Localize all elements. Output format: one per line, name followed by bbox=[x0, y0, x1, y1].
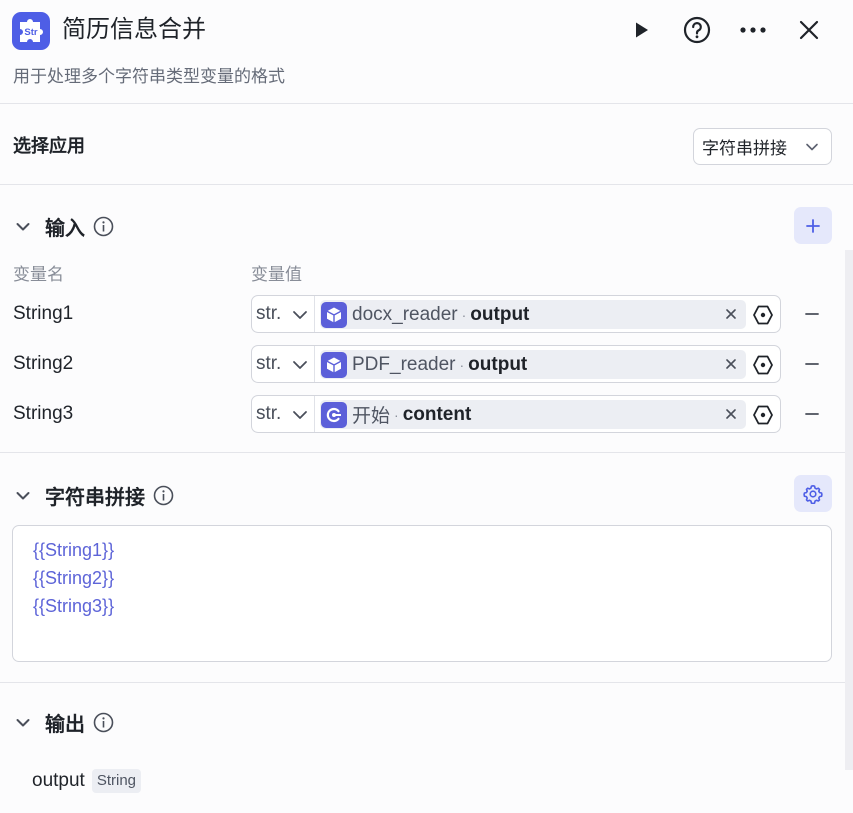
variable-type-value: str. bbox=[256, 403, 282, 424]
input-row: String2 str. PDF_reader · output bbox=[0, 345, 853, 383]
play-icon bbox=[636, 22, 648, 38]
input-section: 输入 变量名 变量值 String1 str. docx_reader · ou… bbox=[0, 185, 853, 453]
input-row: String3 str. 开始 · content bbox=[0, 395, 853, 433]
chevron-down-icon bbox=[293, 311, 307, 319]
minus-icon bbox=[805, 363, 819, 365]
gear-icon bbox=[803, 484, 823, 504]
variable-type-value: str. bbox=[256, 353, 282, 374]
remove-input-button[interactable] bbox=[801, 353, 823, 375]
variable-value-field: str. docx_reader · output bbox=[251, 295, 781, 333]
node-config-panel: Str 简历信息合并 用于处理多个字符串类型变量的格式 选择应用 字符串拼接 输… bbox=[0, 0, 853, 813]
chevron-down-icon bbox=[293, 411, 307, 419]
close-icon bbox=[726, 409, 736, 419]
variable-picker-icon bbox=[753, 355, 773, 375]
help-button[interactable] bbox=[678, 11, 716, 49]
source-field-name: output bbox=[470, 303, 530, 325]
more-button[interactable] bbox=[734, 11, 772, 49]
variable-value-field: str. 开始 · content bbox=[251, 395, 781, 433]
variable-picker-button[interactable] bbox=[752, 304, 774, 326]
close-icon bbox=[726, 359, 736, 369]
variable-name[interactable]: String3 bbox=[13, 403, 73, 425]
chevron-down-icon bbox=[16, 491, 30, 499]
run-button[interactable] bbox=[622, 11, 660, 49]
add-input-button[interactable] bbox=[794, 207, 832, 244]
variable-name[interactable]: String1 bbox=[13, 303, 73, 325]
variable-type-select[interactable]: str. bbox=[252, 396, 315, 432]
node-title[interactable]: 简历信息合并 bbox=[62, 12, 206, 48]
output-variable: output String bbox=[32, 769, 142, 793]
source-field-name: content bbox=[402, 403, 472, 425]
cube-icon bbox=[321, 351, 347, 378]
variable-picker-icon bbox=[753, 305, 773, 325]
select-app-section: 选择应用 字符串拼接 bbox=[0, 104, 853, 185]
chevron-down-icon bbox=[293, 361, 307, 369]
app-select-dropdown[interactable]: 字符串拼接 bbox=[693, 128, 832, 165]
output-name: output bbox=[32, 770, 85, 791]
variable-value-field: str. PDF_reader · output bbox=[251, 345, 781, 383]
remove-input-button[interactable] bbox=[801, 303, 823, 325]
collapse-input-toggle[interactable] bbox=[13, 217, 33, 237]
output-section-title: 输出 bbox=[45, 714, 85, 736]
variable-reference-chip[interactable]: PDF_reader · output bbox=[320, 350, 746, 379]
chevron-down-icon bbox=[16, 222, 30, 230]
variable-reference-chip[interactable]: 开始 · content bbox=[320, 400, 746, 429]
output-section: 输出 output String bbox=[0, 683, 853, 813]
source-node-name: docx_reader bbox=[352, 303, 458, 325]
svg-text:Str: Str bbox=[24, 27, 38, 38]
variable-picker-button[interactable] bbox=[752, 354, 774, 376]
input-info-icon[interactable] bbox=[93, 216, 114, 237]
collapse-output-toggle[interactable] bbox=[13, 713, 33, 733]
output-info-icon[interactable] bbox=[93, 712, 114, 733]
variable-picker-button[interactable] bbox=[752, 404, 774, 426]
separator-dot: · bbox=[459, 356, 465, 373]
cube-icon bbox=[321, 301, 347, 328]
source-node-name: PDF_reader bbox=[352, 353, 456, 375]
column-header-name: 变量名 bbox=[13, 265, 64, 284]
close-icon bbox=[799, 20, 819, 40]
variable-type-select[interactable]: str. bbox=[252, 296, 315, 332]
concat-section-title: 字符串拼接 bbox=[45, 487, 145, 509]
chevron-down-icon bbox=[16, 718, 30, 726]
template-line: {{String2}} bbox=[33, 568, 115, 588]
plus-icon bbox=[806, 218, 820, 233]
concat-section: 字符串拼接 {{String1}} {{String2}} {{String3}… bbox=[0, 453, 853, 683]
variable-type-value: str. bbox=[256, 303, 282, 324]
start-node-icon bbox=[321, 401, 347, 428]
output-type-badge: String bbox=[91, 769, 142, 793]
concat-template-editor[interactable]: {{String1}} {{String2}} {{String3}} bbox=[12, 525, 832, 662]
more-horizontal-icon bbox=[740, 27, 766, 33]
concat-info-icon[interactable] bbox=[153, 485, 174, 506]
column-header-value: 变量值 bbox=[251, 265, 302, 284]
app-select-value: 字符串拼接 bbox=[702, 139, 787, 158]
close-button[interactable] bbox=[790, 11, 828, 49]
close-icon bbox=[726, 309, 736, 319]
variable-type-select[interactable]: str. bbox=[252, 346, 315, 382]
clear-reference-button[interactable] bbox=[722, 355, 740, 373]
chevron-down-icon bbox=[806, 143, 818, 151]
node-description[interactable]: 用于处理多个字符串类型变量的格式 bbox=[13, 64, 285, 90]
string-app-icon: Str bbox=[12, 12, 50, 50]
separator-dot: · bbox=[461, 306, 467, 323]
minus-icon bbox=[805, 413, 819, 415]
input-section-title: 输入 bbox=[45, 218, 85, 240]
template-line: {{String1}} bbox=[33, 540, 115, 560]
separator-dot: · bbox=[394, 406, 399, 423]
clear-reference-button[interactable] bbox=[722, 405, 740, 423]
remove-input-button[interactable] bbox=[801, 403, 823, 425]
source-field-name: output bbox=[468, 353, 528, 375]
select-app-label: 选择应用 bbox=[13, 136, 85, 156]
variable-reference-chip[interactable]: docx_reader · output bbox=[320, 300, 746, 329]
template-line: {{String3}} bbox=[33, 596, 115, 616]
help-icon bbox=[683, 16, 711, 44]
minus-icon bbox=[805, 313, 819, 315]
collapse-concat-toggle[interactable] bbox=[13, 486, 33, 506]
variable-picker-icon bbox=[753, 405, 773, 425]
clear-reference-button[interactable] bbox=[722, 305, 740, 323]
variable-name[interactable]: String2 bbox=[13, 353, 73, 375]
panel-header: Str 简历信息合并 用于处理多个字符串类型变量的格式 bbox=[0, 0, 853, 104]
scrollbar-track[interactable] bbox=[845, 250, 853, 770]
source-node-name: 开始 bbox=[352, 406, 391, 427]
input-row: String1 str. docx_reader · output bbox=[0, 295, 853, 333]
concat-settings-button[interactable] bbox=[794, 475, 832, 512]
